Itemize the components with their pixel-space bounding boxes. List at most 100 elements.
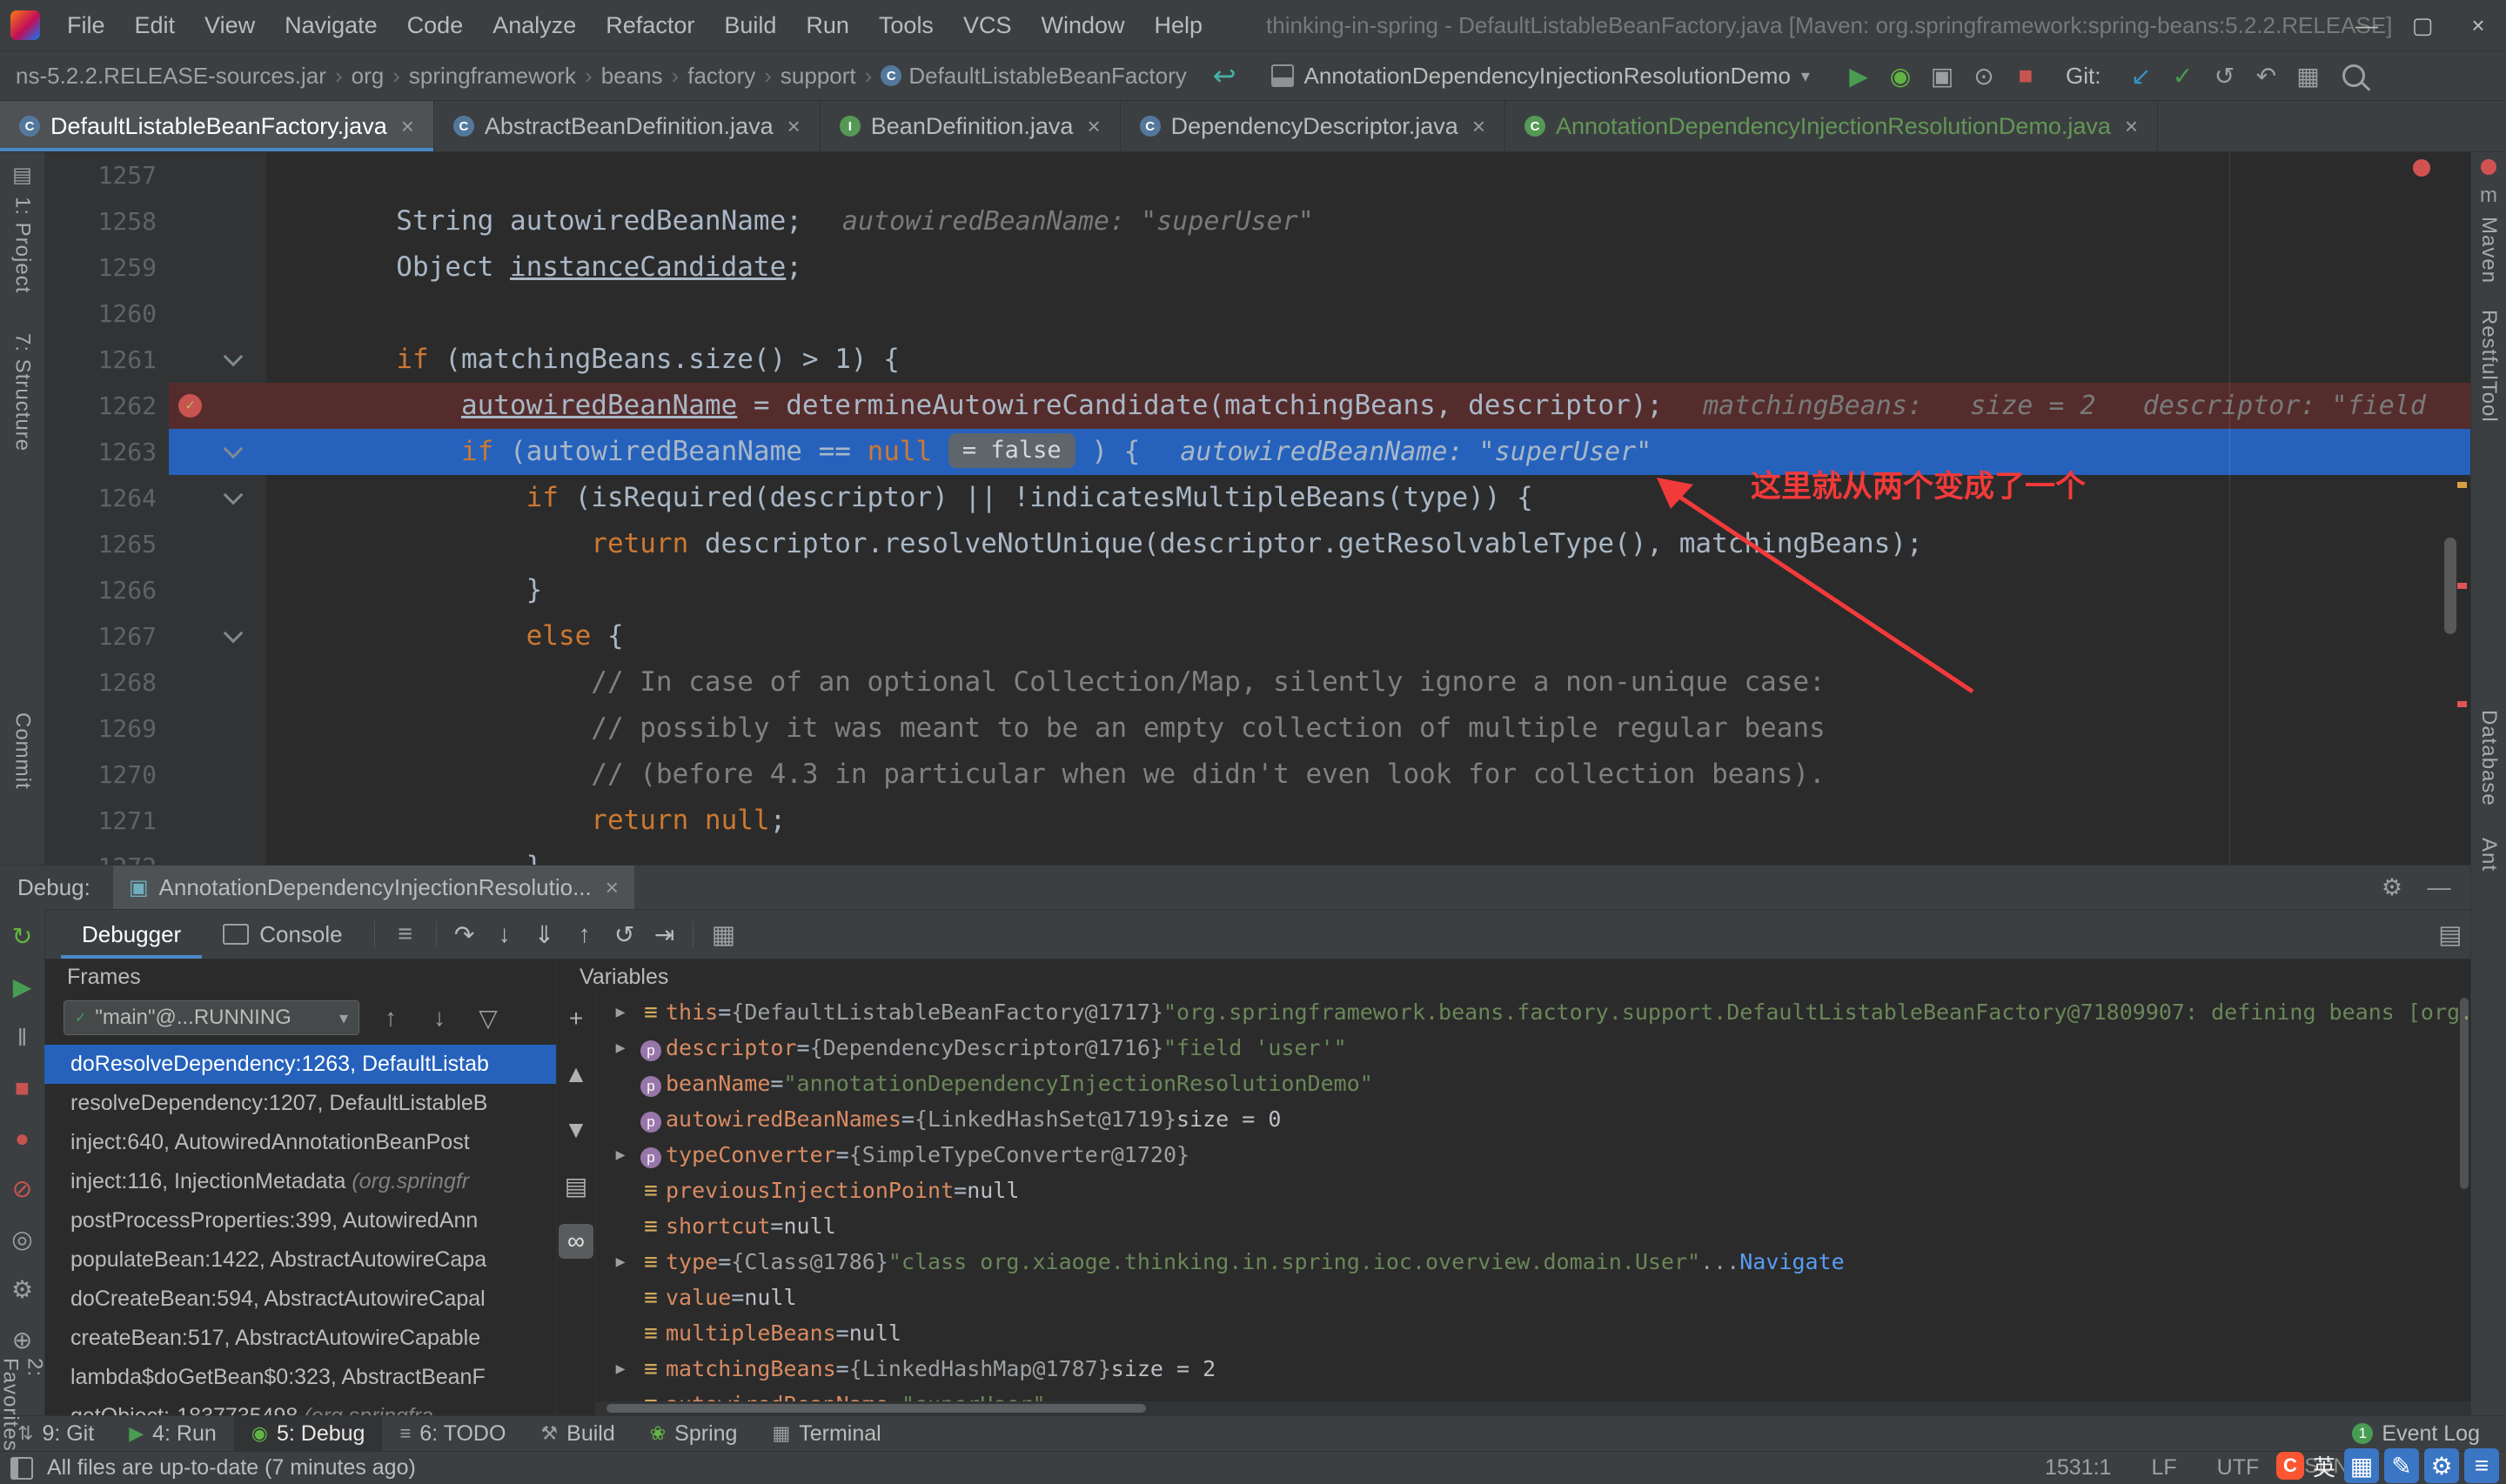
fold-slot[interactable] [211,752,254,798]
minimize-button[interactable]: — [2339,0,2395,50]
frame-row[interactable]: getObject:-1837735498 (org.springfra [44,1397,556,1415]
settings-icon[interactable]: ⚙ [5,1273,40,1307]
breakpoint-slot[interactable] [169,429,211,475]
menu-item-file[interactable]: File [52,0,120,50]
breakpoint-slot[interactable] [169,752,211,798]
fold-slot[interactable] [211,521,254,567]
toolwindow-structure[interactable]: 7: Structure [10,333,35,451]
fold-slot[interactable] [211,198,254,244]
menu-icon[interactable]: ≡ [2464,1448,2499,1483]
caret-position[interactable]: 1531:1 [2045,1455,2111,1481]
breakpoint-slot[interactable] [169,798,211,844]
fold-slot[interactable] [211,475,254,521]
code-line[interactable]: 1269 // possibly it was meant to be an e… [45,705,2470,752]
breakpoint-slot[interactable] [169,244,211,291]
breakpoint-slot[interactable] [169,475,211,521]
scroll-down-icon[interactable]: ▼ [559,1113,593,1147]
encoding[interactable]: UTF [2217,1455,2260,1481]
editor-tab[interactable]: CAbstractBeanDefinition.java× [434,101,821,151]
menu-item-analyze[interactable]: Analyze [478,0,591,50]
fold-slot[interactable] [211,244,254,291]
code-line[interactable]: 1265 return descriptor.resolveNotUnique(… [45,521,2470,567]
breadcrumb-item[interactable]: beans [601,63,663,90]
toolwindow-todo[interactable]: ≡6: TODO [382,1416,523,1451]
close-button[interactable]: × [2450,0,2506,50]
stripe-error-mark[interactable] [2457,701,2467,707]
menu-item-vcs[interactable]: VCS [948,0,1027,50]
drop-frame-icon[interactable]: ↺ [607,917,642,952]
variables-scrollbar[interactable] [2460,998,2469,1189]
close-icon[interactable]: × [787,113,801,140]
code-line[interactable]: 1263 if (autowiredBeanName == null = fal… [45,429,2470,475]
toolwindow-maven[interactable]: Maven [2476,217,2501,284]
frame-row[interactable]: doCreateBean:594, AbstractAutowireCapal [44,1280,556,1319]
stop-icon[interactable]: ■ [5,1071,40,1106]
breakpoint-slot[interactable] [169,198,211,244]
fold-slot[interactable] [211,613,254,659]
frame-row[interactable]: createBean:517, AbstractAutowireCapable [44,1319,556,1358]
view-breakpoints-icon[interactable]: ● [5,1121,40,1156]
menu-item-help[interactable]: Help [1140,0,1218,50]
close-icon[interactable]: × [1087,113,1100,140]
fold-icon[interactable] [223,485,243,505]
toolwindow-spring[interactable]: ❀Spring [633,1416,755,1451]
variable-row[interactable]: ▶≡matchingBeans = {LinkedHashMap@1787} s… [596,1351,2470,1387]
mute-breakpoints-icon[interactable]: ⊘ [5,1172,40,1207]
frame-row[interactable]: resolveDependency:1207, DefaultListableB [44,1084,556,1123]
line-separator[interactable]: LF [2151,1455,2176,1481]
ime-indicator[interactable]: 英 [2313,1450,2335,1482]
pause-icon[interactable]: ‖ [5,1020,40,1055]
frame-up-icon[interactable]: ↑ [373,1000,408,1035]
scroll-up-icon[interactable]: ▲ [559,1057,593,1092]
editor-tab[interactable]: CDependencyDescriptor.java× [1121,101,1505,151]
fold-slot[interactable] [211,844,254,865]
diff-button[interactable]: ▦ [2290,58,2325,93]
navigate-link[interactable]: Navigate [1739,1244,1844,1280]
toolwindow-favorites[interactable]: 2: Favorites [0,1358,47,1452]
watch-return-values-icon[interactable]: ∞ [559,1224,593,1259]
variable-row[interactable]: ▶≡this = {DefaultListableBeanFactory@171… [596,994,2470,1030]
rerun-debug-icon[interactable]: ↻ [5,919,40,954]
editor-tab[interactable]: CAnnotationDependencyInjectionResolution… [1505,101,2158,151]
navigate-back-icon[interactable]: ↩ [1213,59,1236,92]
git-rollback-button[interactable]: ↶ [2248,58,2283,93]
code-line[interactable]: 1270 // (before 4.3 in particular when w… [45,752,2470,798]
breakpoint-icon[interactable]: ✓ [178,394,202,418]
editor-scrollbar[interactable] [2444,538,2456,634]
fold-icon[interactable] [223,438,243,458]
fold-icon[interactable] [223,346,243,366]
menu-item-tools[interactable]: Tools [864,0,948,50]
menu-item-run[interactable]: Run [791,0,864,50]
hide-panel-icon[interactable]: — [2422,874,2456,901]
menu-item-code[interactable]: Code [392,0,479,50]
variable-row[interactable]: ▶pdescriptor = {DependencyDescriptor@171… [596,1030,2470,1066]
menu-item-edit[interactable]: Edit [120,0,191,50]
fold-slot[interactable] [211,152,254,198]
debug-button[interactable]: ◉ [1883,58,1918,93]
menu-icon[interactable]: ≡ [385,915,425,953]
thread-dump-icon[interactable]: ◎ [5,1222,40,1257]
editor[interactable]: 12571258 String autowiredBeanName;autowi… [45,152,2470,865]
breakpoint-slot[interactable] [169,844,211,865]
debug-session-tab[interactable]: ▣ AnnotationDependencyInjectionResolutio… [113,866,634,909]
keyboard-icon[interactable]: ▦ [2344,1448,2379,1483]
handwriting-icon[interactable]: ✎ [2384,1448,2419,1483]
variable-row[interactable]: ≡previousInjectionPoint = null [596,1173,2470,1208]
fold-slot[interactable] [211,291,254,337]
breakpoint-slot[interactable] [169,521,211,567]
git-history-button[interactable]: ↺ [2207,58,2241,93]
run-button[interactable]: ▶ [1841,58,1876,93]
code-line[interactable]: 1257 [45,152,2470,198]
expand-arrow-icon[interactable]: ▶ [605,1244,636,1280]
code-line[interactable]: 1272 } [45,844,2470,865]
code-line[interactable]: 1260 [45,291,2470,337]
notifications-indicator[interactable] [2481,159,2496,175]
code-line[interactable]: 1271 return null; [45,798,2470,844]
close-icon[interactable]: × [2125,113,2138,140]
variable-row[interactable]: pbeanName = "annotationDependencyInjecti… [596,1066,2470,1101]
expand-arrow-icon[interactable]: ▶ [605,1137,636,1173]
code-line[interactable]: 1262✓ autowiredBeanName = determineAutow… [45,383,2470,429]
fold-slot[interactable] [211,659,254,705]
maximize-button[interactable]: ▢ [2395,0,2450,50]
fold-slot[interactable] [211,337,254,383]
